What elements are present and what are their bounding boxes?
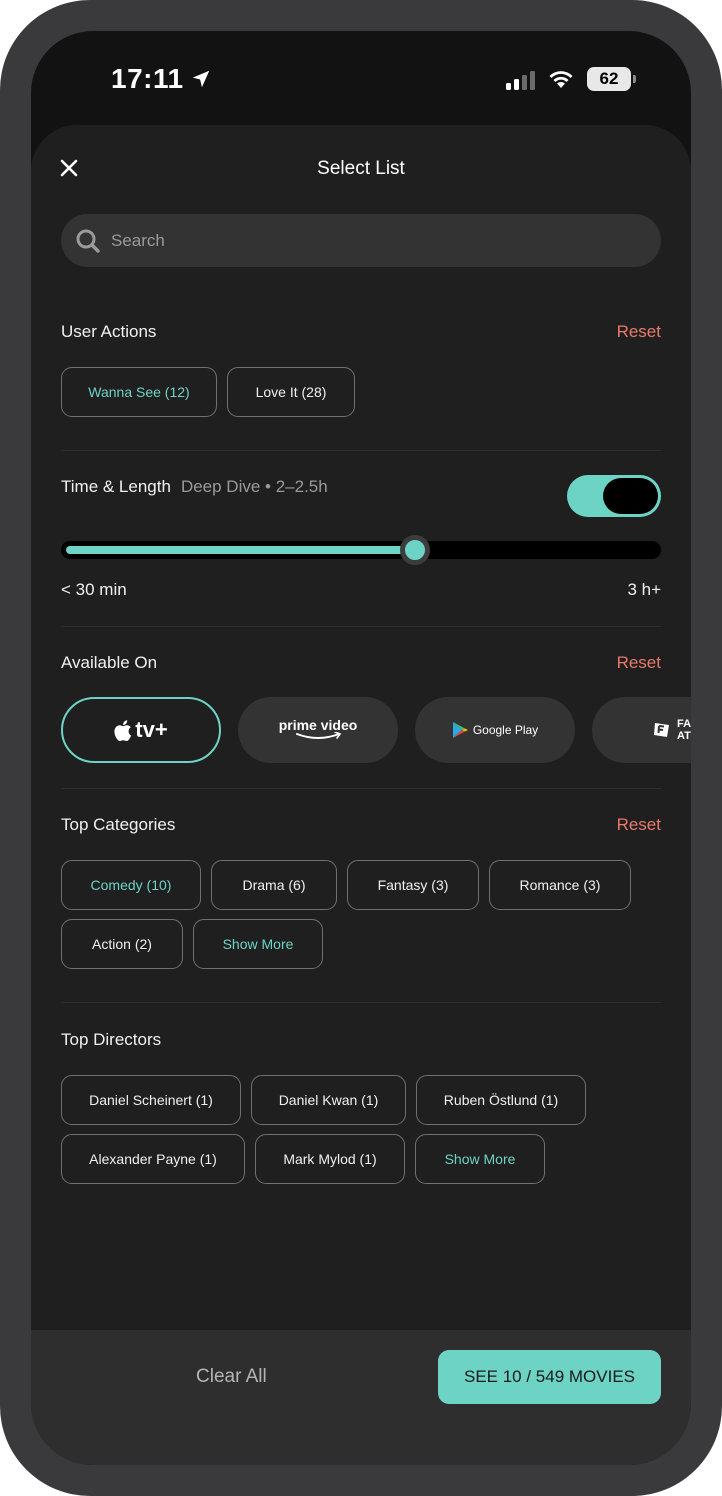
divider <box>61 626 661 627</box>
top-categories-title: Top Categories <box>61 815 176 834</box>
chip-category-drama[interactable]: Drama (6) <box>211 860 337 910</box>
fandango-icon <box>654 723 669 737</box>
chip-director-ruben-ostlund[interactable]: Ruben Östlund (1) <box>416 1075 586 1125</box>
platform-apple-tv[interactable]: tv+ <box>61 697 221 763</box>
time-length-toggle[interactable] <box>567 475 661 517</box>
prime-video-label: prime video <box>278 717 358 733</box>
sheet-header: Select List <box>31 125 691 215</box>
apple-icon <box>114 719 132 741</box>
duration-slider-track[interactable] <box>61 535 661 565</box>
google-play-icon <box>452 722 468 738</box>
time-length-label: Time & Length <box>61 477 171 496</box>
google-play-label: Google Play <box>472 723 539 737</box>
google-play-logo: Google Play <box>452 721 538 739</box>
available-on-reset-button[interactable]: Reset <box>617 653 661 673</box>
chip-director-daniel-scheinert[interactable]: Daniel Scheinert (1) <box>61 1075 241 1125</box>
platform-google-play[interactable]: Google Play <box>415 697 575 763</box>
chip-director-mark-mylod[interactable]: Mark Mylod (1) <box>255 1134 405 1184</box>
clear-all-button[interactable]: Clear All <box>196 1366 267 1388</box>
fandango-label: FANDANGO AT HOME <box>677 718 691 742</box>
directors-show-more-button[interactable]: Show More <box>415 1134 545 1184</box>
status-icons: 62 <box>506 67 636 91</box>
search-input[interactable] <box>111 230 631 251</box>
screen: 17:11 62 Select List Search User Actions… <box>31 31 691 1465</box>
battery-icon: 62 <box>587 67 636 91</box>
location-arrow-icon <box>192 70 209 88</box>
platform-row: tv+ prime video Google Play FA AT <box>61 697 691 763</box>
chip-category-comedy[interactable]: Comedy (10) <box>61 860 201 910</box>
user-actions-title: User Actions <box>61 322 157 341</box>
toggle-knob <box>603 478 658 514</box>
chip-category-romance[interactable]: Romance (3) <box>489 860 631 910</box>
phone-frame: 17:11 62 Select List Search User Actions… <box>0 0 722 1496</box>
time-length-subtitle: Deep Dive • 2–2.5h <box>180 477 328 496</box>
category-chips-row-1: Comedy (10) Drama (6) Fantasy (3) Romanc… <box>61 860 631 910</box>
apple-tv-label: tv+ <box>135 717 168 742</box>
divider <box>61 788 661 789</box>
user-actions-chips: Wanna See (12) Love It (28) <box>61 367 355 417</box>
amazon-smile-icon <box>296 732 342 739</box>
duration-slider-fill <box>66 546 415 554</box>
category-chips-row-2: Action (2) Show More <box>61 919 323 969</box>
battery-level: 62 <box>599 69 619 88</box>
platform-prime-video[interactable]: prime video <box>238 697 398 763</box>
categories-show-more-button[interactable]: Show More <box>193 919 323 969</box>
divider <box>61 450 661 451</box>
fandango-logo: FANDANGO AT HOME <box>617 718 691 742</box>
status-time: 17:11 <box>111 63 212 95</box>
platform-fandango[interactable]: FANDANGO AT HOME <box>592 697 691 763</box>
wifi-icon <box>549 71 573 88</box>
top-directors-title: Top Directors <box>61 1030 162 1049</box>
search-bar[interactable] <box>61 214 661 267</box>
chip-wanna-see[interactable]: Wanna See (12) <box>61 367 217 417</box>
status-time-text: 17:11 <box>111 63 184 94</box>
director-chips-row-1: Daniel Scheinert (1) Daniel Kwan (1) Rub… <box>61 1075 586 1125</box>
time-length-title: Time & Length Deep Dive • 2–2.5h <box>61 477 328 497</box>
see-movies-button[interactable]: SEE 10 / 549 MOVIES <box>438 1350 661 1404</box>
bottom-action-bar: Clear All SEE 10 / 549 MOVIES <box>31 1330 691 1465</box>
chip-love-it[interactable]: Love It (28) <box>227 367 355 417</box>
duration-slider-thumb[interactable] <box>400 535 430 565</box>
chip-director-alexander-payne[interactable]: Alexander Payne (1) <box>61 1134 245 1184</box>
prime-video-logo: prime video <box>278 717 358 742</box>
chip-category-action[interactable]: Action (2) <box>61 919 183 969</box>
top-categories-reset-button[interactable]: Reset <box>617 815 661 835</box>
chip-category-fantasy[interactable]: Fantasy (3) <box>347 860 479 910</box>
slider-max-label: 3 h+ <box>627 580 661 599</box>
director-chips-row-2: Alexander Payne (1) Mark Mylod (1) Show … <box>61 1134 545 1184</box>
select-list-sheet: Select List User Actions Reset Wanna See… <box>31 125 691 1465</box>
available-on-title: Available On <box>61 653 158 672</box>
cellular-signal-icon <box>506 68 535 90</box>
search-icon <box>76 229 100 253</box>
chip-director-daniel-kwan[interactable]: Daniel Kwan (1) <box>251 1075 406 1125</box>
user-actions-reset-button[interactable]: Reset <box>617 322 661 342</box>
apple-tv-logo: tv+ <box>114 717 168 743</box>
page-title: Select List <box>317 158 405 179</box>
divider <box>61 1002 661 1003</box>
slider-min-label: < 30 min <box>61 580 127 599</box>
